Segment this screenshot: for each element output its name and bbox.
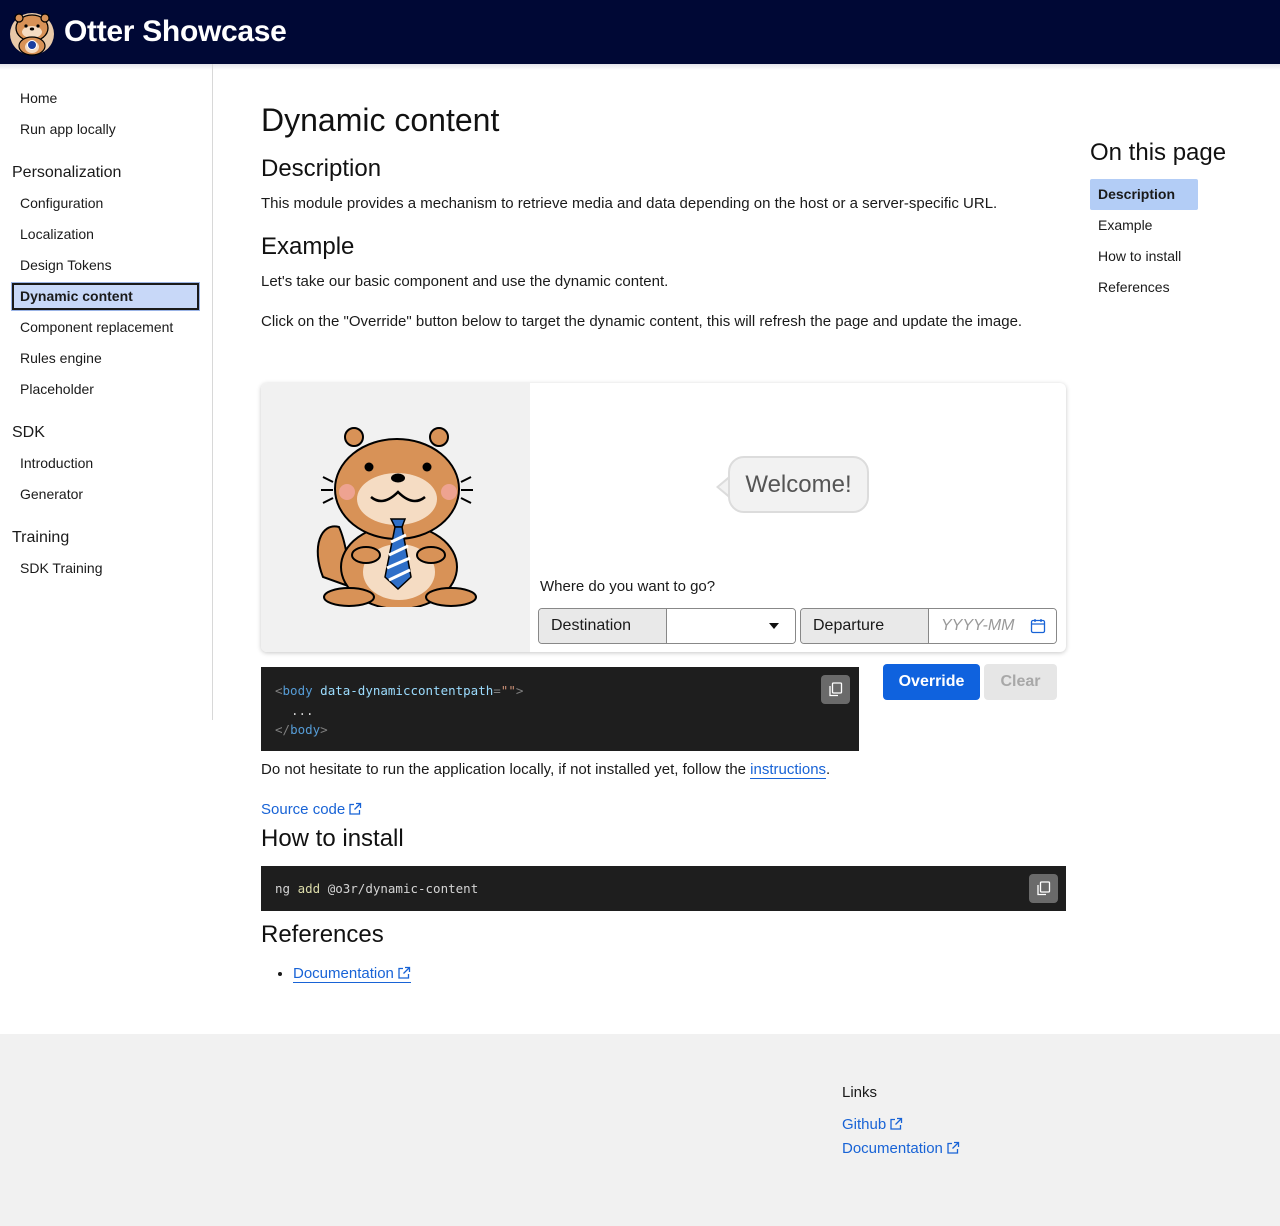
sidebar-item-sdk-training[interactable]: SDK Training xyxy=(0,553,200,584)
sidebar-item-placeholder[interactable]: Placeholder xyxy=(0,374,200,405)
example-text-2: Click on the "Override" button below to … xyxy=(261,313,1023,330)
references-list: Documentation xyxy=(293,962,411,986)
external-link-icon xyxy=(890,1117,903,1130)
otter-mascot-image xyxy=(316,427,477,607)
sidebar-item-generator[interactable]: Generator xyxy=(0,479,200,510)
sidebar-item-run-app-locally[interactable]: Run app locally xyxy=(0,114,200,145)
copy-icon xyxy=(1037,881,1051,896)
departure-label: Departure xyxy=(801,609,929,643)
sidebar-group-training: Training xyxy=(12,529,70,546)
page-title: Dynamic content xyxy=(261,102,500,138)
toc-item-how-to-install[interactable]: How to install xyxy=(1090,241,1198,272)
sidebar-item-component-replacement[interactable]: Component replacement xyxy=(0,312,200,343)
sidebar-item-rules-engine[interactable]: Rules engine xyxy=(0,343,200,374)
source-code-row: Source code xyxy=(261,798,362,822)
brand-title[interactable]: Otter Showcase xyxy=(64,15,287,49)
main-content: Dynamic content Description This module … xyxy=(261,100,1066,334)
install-command: ng add @o3r/dynamic-content xyxy=(275,881,479,896)
description-heading: Description xyxy=(261,155,382,182)
references-heading: References xyxy=(261,921,384,948)
departure-date-input[interactable]: YYYY-MM xyxy=(929,609,1056,643)
departure-field: Departure YYYY-MM xyxy=(800,608,1057,644)
sidebar-item-configuration[interactable]: Configuration xyxy=(0,188,200,219)
code-sample-block: <body data-dynamiccontentpath=""> ... </… xyxy=(261,667,859,751)
sidebar-item-introduction[interactable]: Introduction xyxy=(0,448,200,479)
code-line-3: </body> xyxy=(275,722,328,737)
copy-install-button[interactable] xyxy=(1029,874,1058,903)
toc-item-example[interactable]: Example xyxy=(1090,210,1198,241)
table-of-contents: On this page Description Example How to … xyxy=(1090,138,1270,303)
toc-title: On this page xyxy=(1090,139,1227,166)
demo-card: Welcome! Where do you want to go? Destin… xyxy=(261,383,1066,652)
toc-item-references[interactable]: References xyxy=(1090,272,1198,303)
footer-links: Links Github Documentation xyxy=(842,1084,960,1161)
sidebar: Home Run app locally Personalization Con… xyxy=(0,64,213,720)
example-heading: Example xyxy=(261,233,355,260)
date-placeholder: YYYY-MM xyxy=(941,617,1015,634)
calendar-icon[interactable] xyxy=(1030,618,1046,634)
code-line-1: <body data-dynamiccontentpath=""> xyxy=(275,683,524,698)
demo-image-panel xyxy=(261,383,530,652)
external-link-icon xyxy=(398,966,411,979)
external-link-icon xyxy=(947,1141,960,1154)
instructions-link[interactable]: instructions xyxy=(750,761,827,779)
copy-icon xyxy=(829,682,843,697)
install-code-block: ng add @o3r/dynamic-content xyxy=(261,866,1066,911)
example-text-1: Let's take our basic component and use t… xyxy=(261,273,669,290)
source-code-link[interactable]: Source code xyxy=(261,801,362,818)
description-text: This module provides a mechanism to retr… xyxy=(261,195,998,212)
list-item: Documentation xyxy=(293,962,411,986)
run-locally-text: Do not hesitate to run the application l… xyxy=(261,761,831,779)
copy-code-button[interactable] xyxy=(821,675,850,704)
footer: Links Github Documentation xyxy=(0,1034,1280,1226)
external-link-icon xyxy=(349,802,362,815)
documentation-link[interactable]: Documentation xyxy=(293,965,411,983)
destination-question: Where do you want to go? xyxy=(540,578,716,595)
footer-github-link[interactable]: Github xyxy=(842,1113,960,1137)
sidebar-group-personalization: Personalization xyxy=(12,164,122,181)
toc-item-description[interactable]: Description xyxy=(1090,179,1198,210)
sidebar-group-sdk: SDK xyxy=(12,424,45,441)
destination-select[interactable] xyxy=(667,609,795,643)
destination-field: Destination xyxy=(538,608,796,644)
clear-button[interactable]: Clear xyxy=(984,664,1057,700)
footer-documentation-link[interactable]: Documentation xyxy=(842,1137,960,1161)
footer-links-title: Links xyxy=(842,1084,878,1101)
top-bar: Otter Showcase xyxy=(0,0,1280,64)
chevron-down-icon xyxy=(769,623,779,629)
sidebar-item-localization[interactable]: Localization xyxy=(0,219,200,250)
destination-label: Destination xyxy=(539,609,667,643)
welcome-bubble: Welcome! xyxy=(728,456,869,513)
sidebar-item-home[interactable]: Home xyxy=(0,83,200,114)
code-line-2: ... xyxy=(291,702,314,718)
otter-logo-icon[interactable] xyxy=(8,8,56,56)
sidebar-item-dynamic-content[interactable]: Dynamic content xyxy=(12,283,199,310)
install-heading: How to install xyxy=(261,825,404,852)
override-button[interactable]: Override xyxy=(883,664,980,700)
sidebar-item-design-tokens[interactable]: Design Tokens xyxy=(0,250,200,281)
